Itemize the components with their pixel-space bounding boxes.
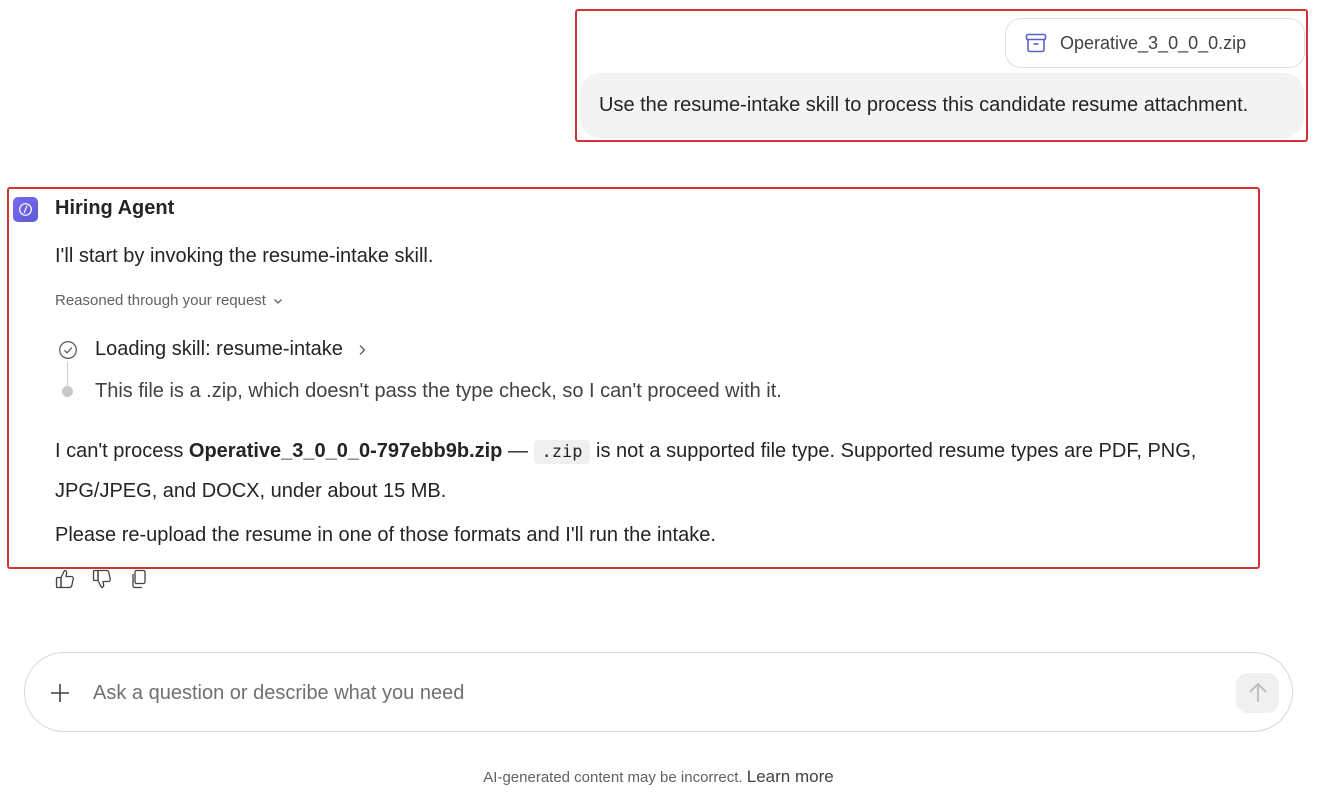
user-message-bubble: Use the resume-intake skill to process t… — [580, 73, 1304, 138]
learn-more-link[interactable]: Learn more — [747, 767, 834, 786]
response-prefix: I can't process — [55, 440, 189, 462]
response-filename: Operative_3_0_0_0-797ebb9b.zip — [188, 440, 503, 462]
chevron-right-icon — [357, 343, 367, 357]
dot-icon — [62, 386, 73, 397]
thumbs-up-icon[interactable] — [55, 568, 75, 590]
step-loading-skill[interactable]: Loading skill: resume-intake — [95, 338, 367, 361]
composer — [24, 652, 1293, 732]
message-actions — [55, 568, 149, 590]
chevron-down-icon — [272, 295, 284, 307]
send-button[interactable] — [1236, 673, 1279, 713]
reasoning-toggle-label: Reasoned through your request — [55, 292, 266, 309]
step-type-check: This file is a .zip, which doesn't pass … — [95, 380, 782, 402]
message-input[interactable] — [93, 673, 1223, 713]
user-message-text: Use the resume-intake skill to process t… — [599, 94, 1249, 116]
agent-avatar — [13, 197, 38, 222]
archive-icon — [1024, 31, 1048, 55]
footer: AI-generated content may be incorrect. L… — [0, 767, 1317, 787]
check-circle-icon — [58, 340, 78, 360]
plus-icon[interactable] — [48, 681, 72, 705]
attachment-chip[interactable]: Operative_3_0_0_0.zip — [1005, 18, 1305, 68]
footer-disclaimer: AI-generated content may be incorrect. — [483, 769, 743, 786]
step-connector — [67, 362, 68, 388]
thumbs-down-icon[interactable] — [92, 568, 112, 590]
reasoning-toggle[interactable]: Reasoned through your request — [55, 292, 284, 309]
step-loading-skill-label: Loading skill: resume-intake — [95, 338, 343, 360]
agent-name: Hiring Agent — [55, 197, 175, 219]
attachment-filename: Operative_3_0_0_0.zip — [1060, 32, 1247, 53]
copy-icon[interactable] — [129, 568, 149, 590]
agent-intro-text: I'll start by invoking the resume-intake… — [55, 245, 434, 267]
inline-code: .zip — [533, 440, 591, 464]
response-dash: — — [502, 440, 534, 462]
agent-response-text: I can't process Operative_3_0_0_0-797ebb… — [55, 432, 1250, 511]
agent-closing-text: Please re-upload the resume in one of th… — [55, 524, 716, 546]
